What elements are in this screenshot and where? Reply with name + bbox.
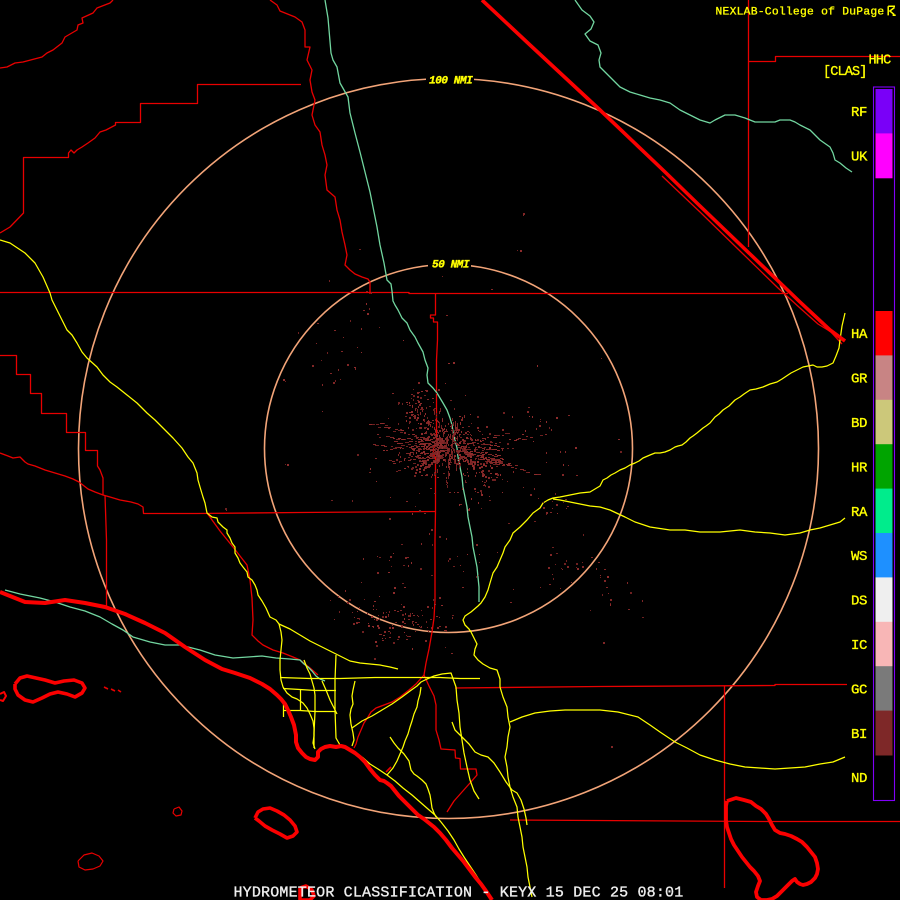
svg-text:GR: GR [851, 372, 868, 388]
svg-text:[CLAS]: [CLAS] [823, 65, 867, 80]
svg-text:ND: ND [851, 771, 867, 787]
svg-text:HHC: HHC [869, 54, 892, 69]
svg-text:HR: HR [851, 460, 868, 476]
svg-text:100 NMI: 100 NMI [429, 76, 473, 88]
svg-text:DS: DS [851, 594, 867, 610]
svg-text:NEXLAB-College of DuPage: NEXLAB-College of DuPage [716, 7, 885, 19]
svg-text:HYDROMETEOR CLASSIFICATION - K: HYDROMETEOR CLASSIFICATION - KEYX 15 DEC… [234, 884, 684, 900]
svg-text:HA: HA [851, 327, 868, 343]
svg-text:RF: RF [851, 105, 867, 121]
svg-text:BD: BD [851, 416, 867, 432]
svg-text:GC: GC [851, 682, 867, 698]
svg-text:IC: IC [851, 638, 867, 654]
svg-text:WS: WS [851, 549, 867, 565]
svg-text:50 NMI: 50 NMI [432, 260, 470, 272]
svg-text:RA: RA [851, 505, 868, 521]
svg-text:BI: BI [851, 727, 867, 743]
svg-text:UK: UK [851, 150, 868, 166]
